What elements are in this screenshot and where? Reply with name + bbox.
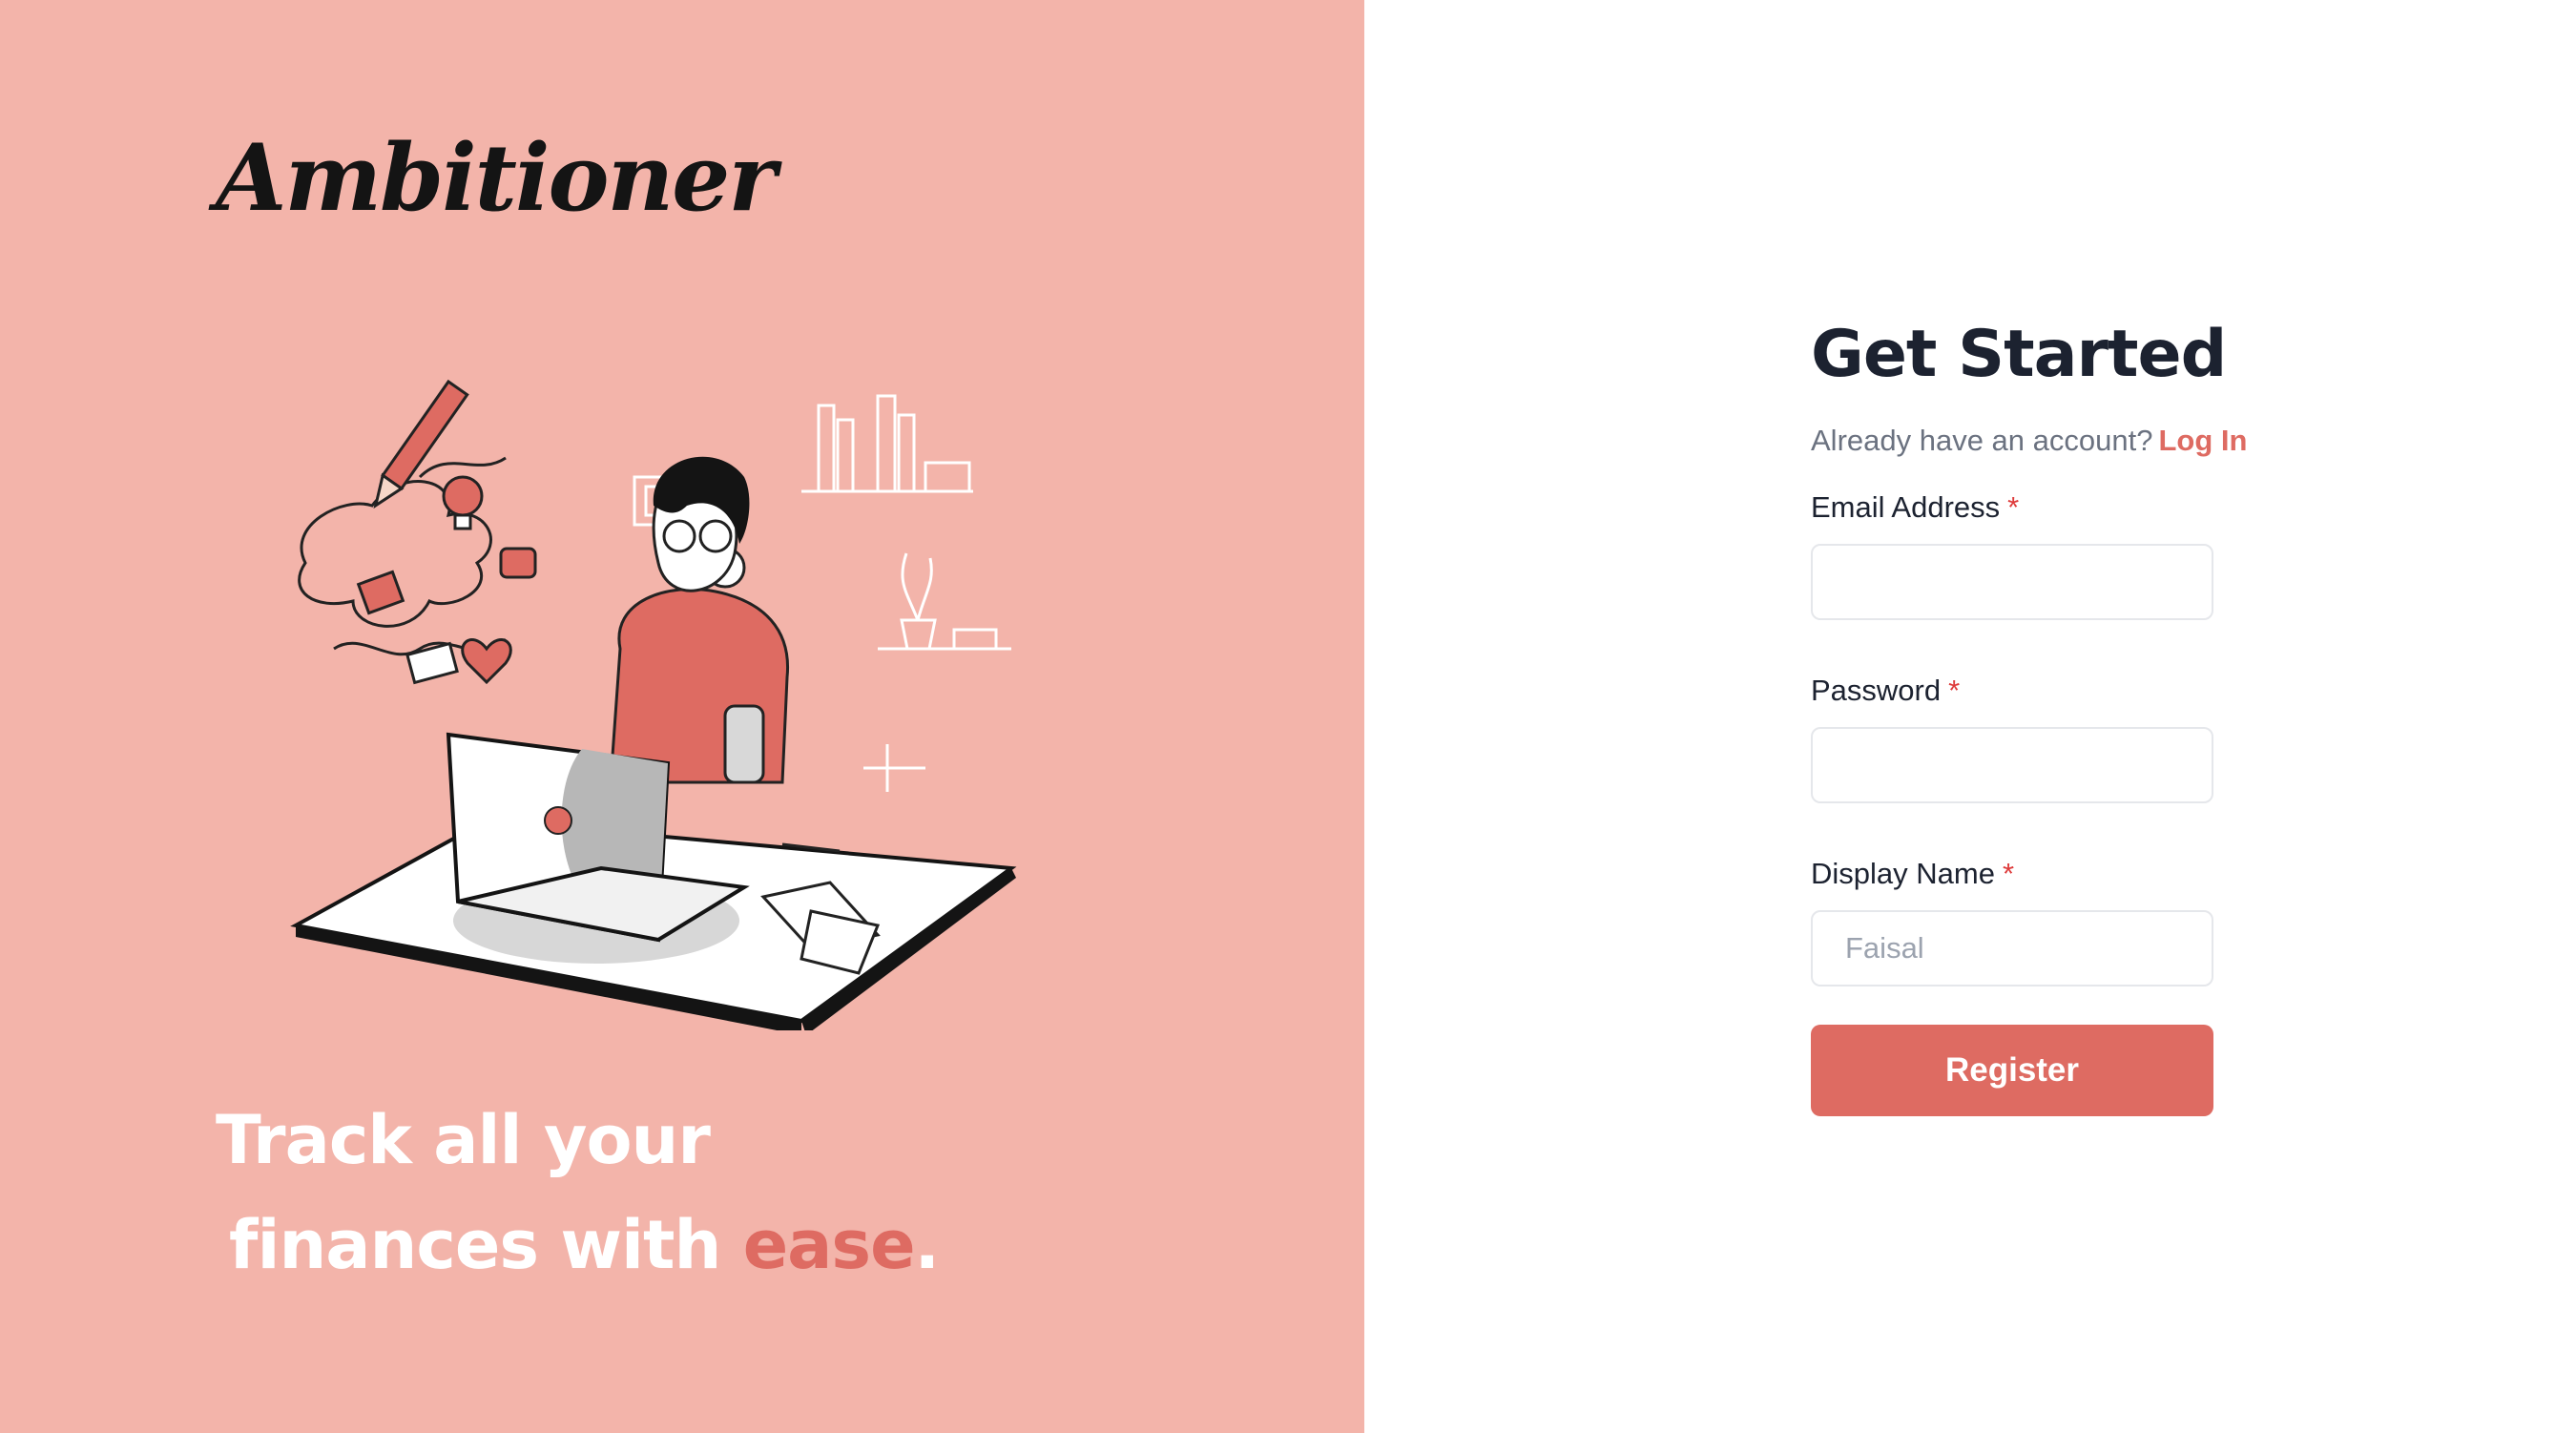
password-label-text: Password (1811, 674, 1942, 707)
register-button[interactable]: Register (1811, 1025, 2213, 1116)
email-required-mark: * (2007, 490, 2020, 524)
note-icon (356, 570, 405, 615)
person-at-laptop-illustration (290, 379, 1017, 1030)
tagline-accent-word: ease (742, 1206, 916, 1284)
tagline-line-2: finances with ease. (216, 1193, 941, 1298)
login-prompt: Already have an account? Log In (1811, 422, 2383, 460)
tagline-line-2-prefix: finances with (229, 1206, 743, 1284)
display-name-field[interactable] (1811, 910, 2213, 986)
display-name-label: Display Name * (1811, 855, 2383, 893)
plant-shelf-icon (878, 552, 1011, 651)
display-name-field-group: Display Name * (1811, 855, 2383, 986)
email-field[interactable] (1811, 544, 2213, 620)
money-icon (405, 641, 459, 685)
email-field-group: Email Address * (1811, 488, 2383, 620)
login-prompt-text: Already have an account? (1811, 424, 2153, 457)
password-required-mark: * (1948, 674, 1961, 707)
page-title: Get Started (1811, 317, 2227, 392)
display-name-required-mark: * (2002, 857, 2015, 890)
heart-icon (461, 638, 512, 685)
register-form: Get Started Already have an account? Log … (1811, 315, 2383, 1116)
wall-cross-icon (863, 744, 925, 792)
email-label: Email Address * (1811, 488, 2383, 527)
tagline-line-2-suffix: . (914, 1206, 941, 1284)
laptop-logo-icon (544, 806, 572, 835)
bookshelf-icon (801, 394, 973, 493)
form-panel: Get Started Already have an account? Log … (1364, 0, 2576, 1433)
email-label-text: Email Address (1811, 490, 2001, 524)
login-link[interactable]: Log In (2158, 424, 2247, 457)
password-field-group: Password * (1811, 672, 2383, 803)
display-name-label-text: Display Name (1811, 857, 1995, 890)
password-label: Password * (1811, 672, 2383, 710)
tagline-line-1: Track all your (216, 1101, 711, 1179)
lightbulb-icon (442, 475, 484, 530)
password-field[interactable] (1811, 727, 2213, 803)
brand-logo: Ambitioner (216, 124, 777, 232)
hero-tagline: Track all your finances with ease. (216, 1088, 941, 1298)
thumbs-up-icon (499, 547, 537, 579)
brand-panel: Ambitioner Track all your finances with … (0, 0, 1364, 1433)
person-figure (609, 456, 790, 784)
